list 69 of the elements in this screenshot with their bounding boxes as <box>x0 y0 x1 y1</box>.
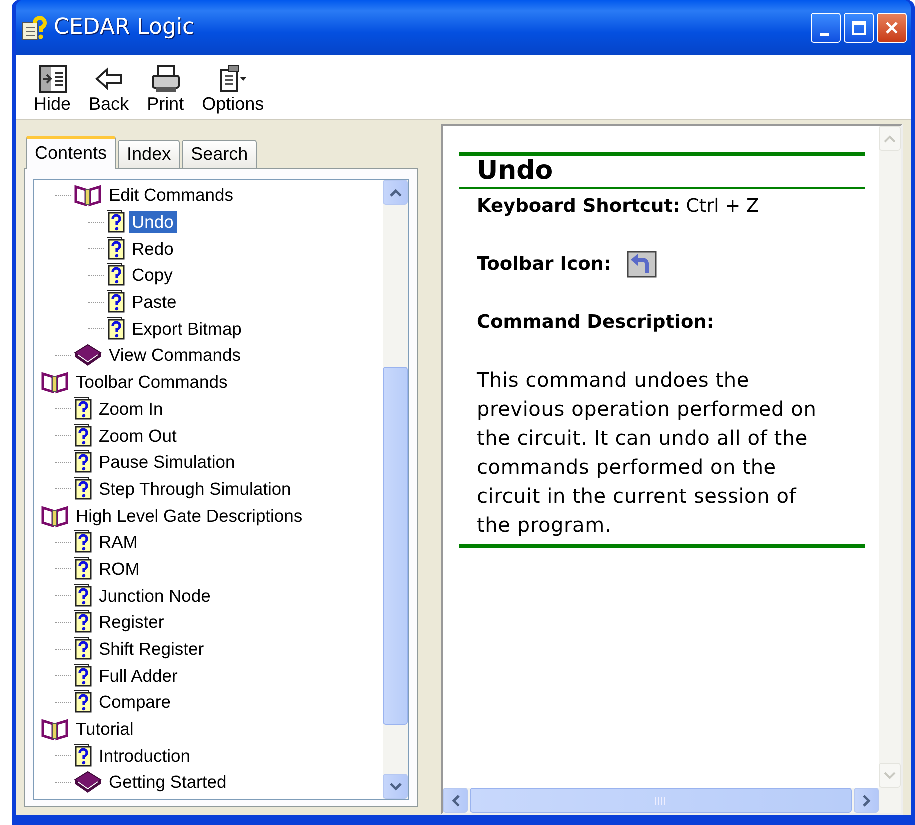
help-topic-icon <box>106 290 126 314</box>
tree-item[interactable]: View Commands <box>106 344 244 366</box>
tree-item[interactable]: Export Bitmap <box>129 318 245 340</box>
hide-button[interactable]: Hide <box>34 63 72 115</box>
scroll-thumb[interactable] <box>470 788 852 813</box>
shortcut-text: Keyboard Shortcut: Ctrl + Z <box>477 195 760 220</box>
tab[interactable]: Index <box>118 140 180 168</box>
topic-title: Undo <box>477 156 554 188</box>
tree-item[interactable]: Paste <box>129 291 180 314</box>
toolbar-icon-label: Toolbar Icon: <box>477 252 612 277</box>
help-topic-icon <box>106 316 126 341</box>
help-topic-icon <box>73 584 93 608</box>
help-topic-icon <box>106 210 126 234</box>
help-topic-icon <box>73 476 93 501</box>
help-file-icon <box>22 14 48 40</box>
horizontal-scrollbar[interactable] <box>443 788 901 813</box>
print-button[interactable]: Print <box>147 63 184 115</box>
tree-item[interactable]: Undo <box>129 211 177 234</box>
scroll-right-button[interactable] <box>854 788 879 813</box>
description-heading: Command Description: <box>477 310 716 335</box>
close-button[interactable] <box>877 12 907 42</box>
tree-item[interactable]: Copy <box>129 264 176 286</box>
tree-item[interactable]: Tutorial <box>73 718 137 740</box>
tree-item[interactable]: Junction Node <box>96 584 214 607</box>
tree-item[interactable]: Zoom Out <box>96 424 180 447</box>
tree-item[interactable]: Edit Commands <box>106 184 236 206</box>
help-topic-icon <box>73 744 93 768</box>
maximize-button[interactable] <box>844 12 874 42</box>
help-topic-icon <box>73 424 93 448</box>
grip-icon <box>655 796 667 804</box>
window-title: CEDAR Logic <box>54 14 195 42</box>
tree-item[interactable]: RAM <box>96 531 141 554</box>
scroll-down-button[interactable] <box>383 774 408 799</box>
tree-item[interactable]: Zoom In <box>96 398 166 420</box>
options-button[interactable]: Options <box>202 63 264 115</box>
help-topic-icon <box>73 637 93 662</box>
tree-item[interactable]: Getting Started <box>106 771 230 794</box>
tree-item[interactable]: Introduction <box>96 744 194 767</box>
scroll-thumb[interactable] <box>383 367 408 725</box>
minimize-icon <box>820 33 828 36</box>
tree-item[interactable]: Compare <box>96 691 174 714</box>
tree-item[interactable]: Shift Register <box>96 638 208 660</box>
help-topic-icon <box>73 450 93 474</box>
help-topic-icon <box>106 263 126 288</box>
help-topic-icon <box>73 690 93 714</box>
help-topic-icon <box>73 556 93 581</box>
help-topic-icon <box>73 396 93 421</box>
tab[interactable]: Contents <box>26 136 116 169</box>
close-icon <box>884 20 900 36</box>
back-button[interactable]: Back <box>89 63 130 115</box>
minimize-button[interactable] <box>811 12 841 42</box>
tab[interactable]: Search <box>182 140 258 168</box>
help-topic-icon <box>73 610 93 634</box>
help-topic-icon <box>73 664 93 688</box>
tree-item[interactable]: Redo <box>129 238 177 260</box>
tree-item[interactable]: Toolbar Commands <box>73 371 231 394</box>
help-topic-icon <box>73 530 93 554</box>
tree-item[interactable]: Step Through Simulation <box>96 478 294 500</box>
scroll-left-button[interactable] <box>443 788 468 813</box>
tree-item[interactable]: ROM <box>96 558 143 580</box>
tree-item[interactable]: High Level Gate Descriptions <box>73 504 306 527</box>
scroll-up-button[interactable] <box>383 180 408 205</box>
description-text: This command undoes the previous operation performed on the circuit. It can undo all of the commands performed on the circuit in the current session of the program. <box>477 367 818 540</box>
tree-item[interactable]: Pause Simulation <box>96 451 238 474</box>
tree-item[interactable]: Register <box>96 611 168 634</box>
tree-item[interactable]: Full Adder <box>96 664 181 687</box>
vertical-scrollbar[interactable] <box>383 180 408 799</box>
help-topic-icon <box>106 236 126 261</box>
maximize-icon <box>851 20 867 36</box>
